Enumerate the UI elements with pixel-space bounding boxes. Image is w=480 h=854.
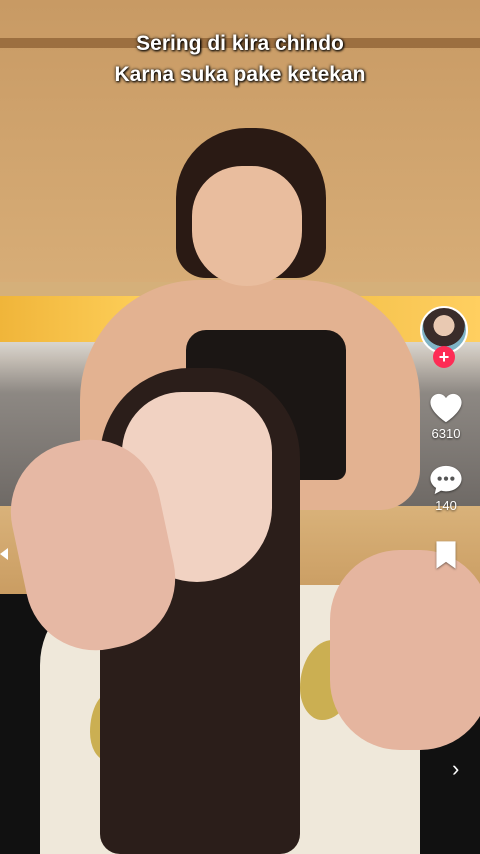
creator-avatar[interactable]: + (420, 306, 470, 368)
foreground-person-arm (330, 550, 480, 750)
comment-count: 140 (435, 498, 457, 513)
background-person-face (192, 166, 302, 286)
chevron-right-icon[interactable]: › (452, 756, 459, 782)
comment-bubble-icon[interactable] (429, 464, 463, 496)
heart-icon[interactable] (429, 392, 463, 424)
video-caption-line-1: Sering di kira chindo (136, 32, 344, 55)
follow-button[interactable]: + (433, 346, 455, 368)
video-frame[interactable] (0, 0, 480, 854)
like-count: 6310 (431, 426, 461, 441)
bookmark-button[interactable] (420, 540, 472, 570)
left-arrow-icon[interactable] (0, 548, 8, 560)
like-button[interactable]: 6310 (420, 392, 472, 441)
video-caption-line-2: Karna suka pake ketekan (114, 63, 366, 86)
comment-button[interactable]: 140 (420, 464, 472, 513)
bookmark-icon[interactable] (433, 540, 459, 570)
